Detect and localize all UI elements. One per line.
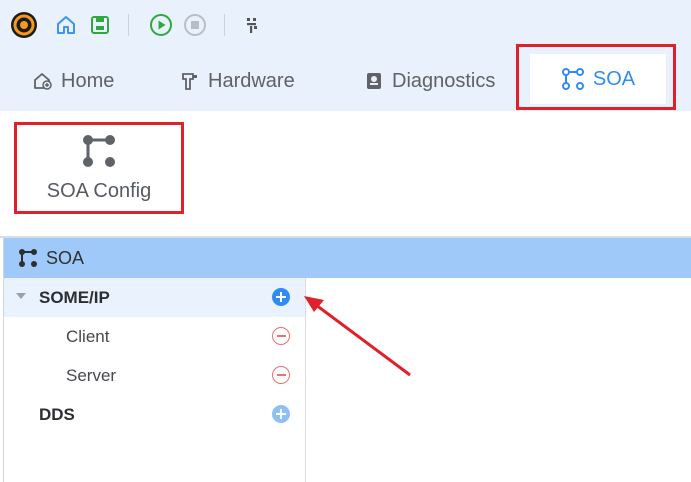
annotation-arrow (304, 296, 411, 377)
tab-soa[interactable]: SOA (530, 54, 666, 104)
remove-icon[interactable] (272, 366, 290, 384)
tab-hardware[interactable]: Hardware (180, 58, 295, 104)
tree-item-client[interactable]: Client (4, 317, 305, 356)
tab-label: Home (61, 69, 115, 92)
soa-tree: SOME/IP Client Server DDS (4, 278, 306, 482)
home-plus-icon (33, 71, 53, 91)
home-icon[interactable] (52, 11, 80, 39)
toolbar-separator (128, 14, 129, 36)
tree-item-label: SOME/IP (39, 287, 110, 307)
add-icon[interactable] (272, 288, 290, 306)
save-icon[interactable] (86, 11, 114, 39)
panel-title: SOA (46, 247, 85, 268)
panel-header: SOA (4, 238, 691, 278)
tab-home[interactable]: Home (33, 58, 114, 104)
soa-config-label: SOA Config (46, 180, 152, 202)
tab-diagnostics[interactable]: Diagnostics (364, 58, 495, 104)
tree-item-label: Server (66, 365, 117, 385)
diagnostics-icon (364, 71, 384, 91)
soa-icon (18, 248, 38, 268)
tab-label: Diagnostics (392, 69, 496, 92)
tree-item-label: DDS (39, 404, 75, 424)
run-icon[interactable] (147, 11, 175, 39)
tree-item-server[interactable]: Server (4, 356, 305, 395)
soa-config-button[interactable]: SOA Config (14, 122, 184, 214)
app-logo-icon (10, 11, 38, 39)
toolbar-separator (224, 14, 225, 36)
soa-icon (561, 67, 585, 91)
collapse-caret-icon[interactable] (16, 293, 26, 299)
tab-label: SOA (592, 67, 636, 90)
grid-icon[interactable] (239, 11, 267, 39)
tab-label: Hardware (208, 69, 295, 92)
add-icon[interactable] (272, 405, 290, 423)
soa-config-icon (81, 133, 117, 174)
tree-item-someip[interactable]: SOME/IP (4, 278, 305, 317)
top-toolbar-area: Home Hardware Diagnostics SOA (0, 0, 691, 111)
hardware-icon (180, 71, 200, 91)
stop-icon[interactable] (181, 11, 209, 39)
tree-item-label: Client (66, 326, 110, 346)
tree-item-dds[interactable]: DDS (4, 395, 305, 434)
remove-icon[interactable] (272, 327, 290, 345)
